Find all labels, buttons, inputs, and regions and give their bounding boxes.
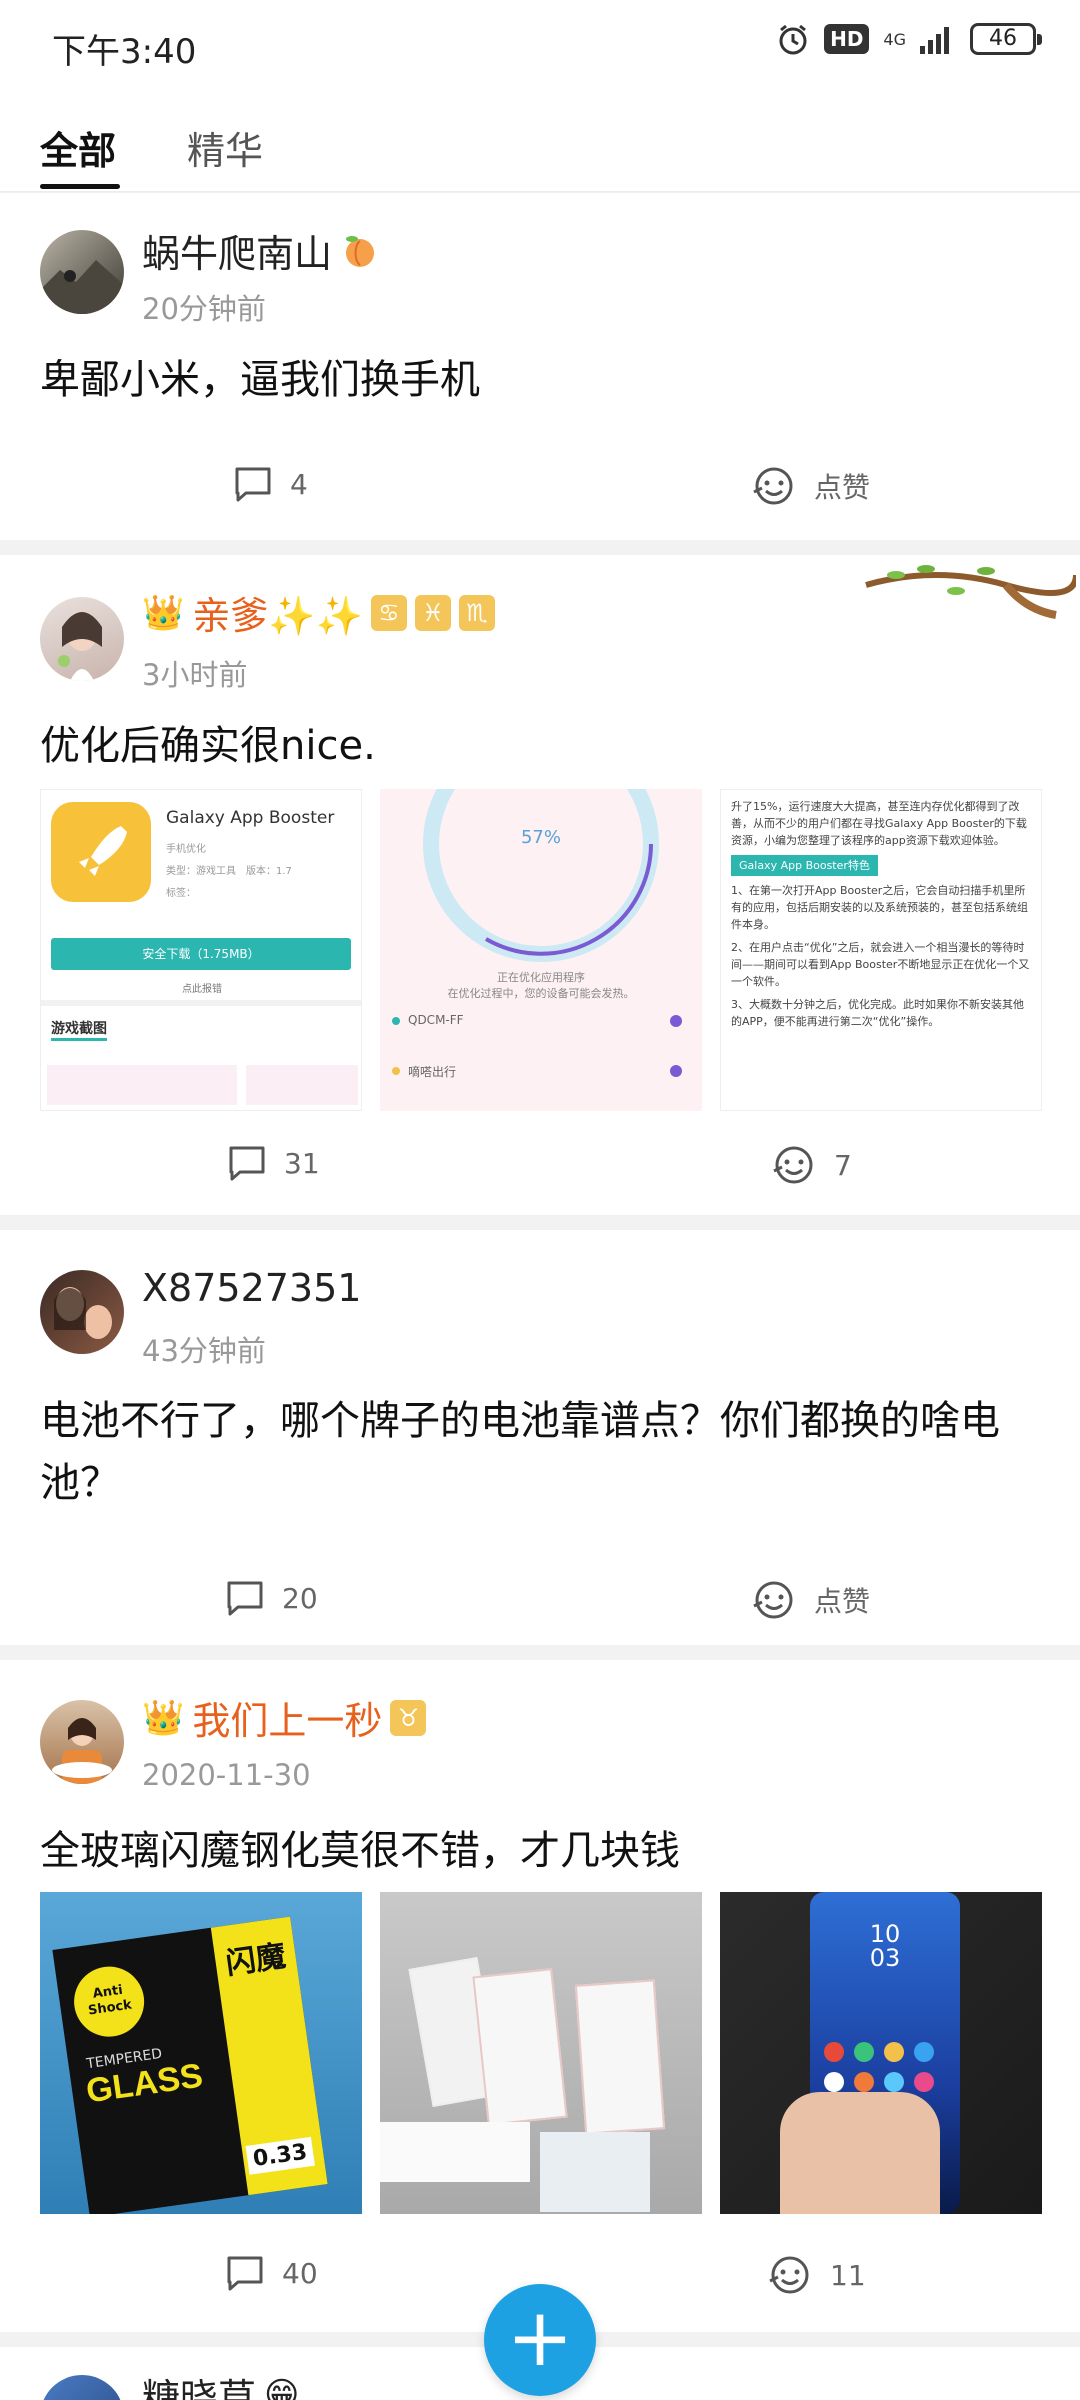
hd-icon: HD — [824, 24, 870, 54]
comment-icon — [229, 1146, 265, 1181]
avatar[interactable] — [40, 1700, 124, 1784]
like-face-icon — [773, 1146, 813, 1184]
comment-button[interactable]: 20 — [226, 1580, 318, 1616]
branch-decoration — [865, 565, 1076, 619]
peach-icon — [346, 235, 375, 267]
scorpio-badge-icon: ♏ — [458, 594, 495, 631]
post-image[interactable]: Anti Shock TEMPERED GLASS 闪魔 0.33 — [40, 1892, 362, 2214]
tab-indicator — [40, 184, 120, 189]
like-button[interactable]: 11 — [768, 2255, 866, 2295]
author-name[interactable]: 👑 亲爹✨✨ ♋ ♓ ♏ — [142, 585, 495, 640]
post-card[interactable]: X87527351 43分钟前 电池不行了，哪个牌子的电池靠谱点？你们都换的啥电… — [0, 1230, 1080, 1645]
post-images: Anti Shock TEMPERED GLASS 闪魔 0.33 10 03 — [40, 1892, 1042, 2214]
post-content[interactable]: 卑鄙小米，逼我们换手机 — [40, 349, 1040, 411]
signal-icon — [920, 27, 949, 54]
avatar[interactable] — [40, 230, 124, 314]
like-button[interactable]: 7 — [772, 1145, 852, 1185]
post-content[interactable]: 全玻璃闪魔钢化莫很不错，才几块钱 — [40, 1820, 1040, 1882]
status-icons: HD 4G 46 — [776, 22, 1042, 56]
post-card[interactable]: 👑 我们上一秒 ♉ 2020-11-30 全玻璃闪魔钢化莫很不错，才几块钱 An… — [0, 1660, 1080, 2332]
like-face-icon — [753, 467, 793, 505]
rocket-icon — [79, 826, 127, 876]
post-image[interactable]: 升了15%，运行速度大大提高，甚至连内存优化都得到了改善，从而不少的用户们都在寻… — [720, 789, 1042, 1111]
comment-icon — [227, 2256, 263, 2291]
avatar[interactable] — [40, 2375, 124, 2400]
comment-count: 20 — [282, 1581, 318, 1615]
post-time: 3小时前 — [142, 658, 248, 692]
post-image[interactable]: 57% 正在优化应用程序 在优化过程中，您的设备可能会发热。 QDCM-FF 嘀… — [380, 789, 702, 1111]
post-actions: 4 点赞 — [0, 466, 1080, 526]
avatar[interactable] — [40, 597, 124, 681]
alarm-icon — [779, 24, 807, 55]
author-name[interactable]: 👑 我们上一秒 ♉ — [142, 1690, 427, 1745]
like-button[interactable]: 点赞 — [752, 1580, 870, 1620]
tab-featured[interactable]: 精华 — [187, 120, 263, 175]
comment-button[interactable]: 4 — [234, 466, 308, 502]
comment-icon — [227, 1581, 263, 1616]
post-card[interactable]: 蜗牛爬南山 20分钟前 卑鄙小米，逼我们换手机 4 点赞 — [0, 193, 1080, 540]
post-time: 43分钟前 — [142, 1334, 266, 1368]
author-name[interactable]: 糖晓草 😁 — [142, 2367, 299, 2400]
author-name[interactable]: X87527351 — [142, 1266, 361, 1310]
post-content[interactable]: 优化后确实很nice. — [40, 715, 1040, 777]
status-time: 下午3:40 — [52, 32, 197, 72]
post-actions: 31 7 — [0, 1145, 1080, 1205]
create-post-button[interactable]: + — [484, 2284, 596, 2396]
like-count: 11 — [830, 2258, 866, 2292]
comment-count: 40 — [282, 2256, 318, 2290]
crown-icon: 👑 — [142, 1697, 185, 1738]
post-card[interactable]: 👑 亲爹✨✨ ♋ ♓ ♏ 3小时前 优化后确实很nice. Galaxy App… — [0, 555, 1080, 1215]
post-image[interactable] — [380, 1892, 702, 2214]
comment-count: 31 — [284, 1146, 320, 1180]
battery-icon: 46 — [970, 23, 1042, 55]
post-time: 2020-11-30 — [142, 1758, 311, 1792]
like-button[interactable]: 点赞 — [752, 466, 870, 506]
smile-emoji-icon: 😁 — [264, 2374, 300, 2400]
comment-count: 4 — [290, 467, 308, 501]
pisces-badge-icon: ♓ — [414, 594, 451, 631]
post-image[interactable]: Galaxy App Booster 手机优化 类型：游戏工具 版本：1.7 标… — [40, 789, 362, 1111]
like-label: 点赞 — [814, 471, 871, 504]
post-time: 20分钟前 — [142, 292, 266, 326]
comment-button[interactable]: 31 — [228, 1145, 320, 1181]
tab-bar: 全部 精华 — [0, 90, 1080, 192]
like-count: 7 — [834, 1148, 852, 1182]
tab-all[interactable]: 全部 — [40, 120, 116, 175]
cancer-badge-icon: ♋ — [370, 594, 407, 631]
comment-button[interactable]: 40 — [226, 2255, 318, 2291]
taurus-badge-icon: ♉ — [390, 1699, 427, 1736]
comment-icon — [235, 467, 271, 502]
like-label: 点赞 — [814, 1585, 871, 1618]
status-bar: 下午3:40 HD 4G 46 — [0, 0, 1080, 90]
post-content[interactable]: 电池不行了，哪个牌子的电池靠谱点？你们都换的啥电池？ — [40, 1390, 1040, 1514]
post-image[interactable]: 10 03 — [720, 1892, 1042, 2214]
post-actions: 20 点赞 — [0, 1580, 1080, 1640]
network-label: 4G — [883, 29, 906, 49]
post-images: Galaxy App Booster 手机优化 类型：游戏工具 版本：1.7 标… — [40, 789, 1042, 1111]
avatar[interactable] — [40, 1270, 124, 1354]
crown-icon: 👑 — [142, 592, 185, 633]
like-face-icon — [753, 1581, 793, 1619]
like-face-icon — [769, 2256, 809, 2294]
author-name[interactable]: 蜗牛爬南山 — [142, 223, 380, 278]
